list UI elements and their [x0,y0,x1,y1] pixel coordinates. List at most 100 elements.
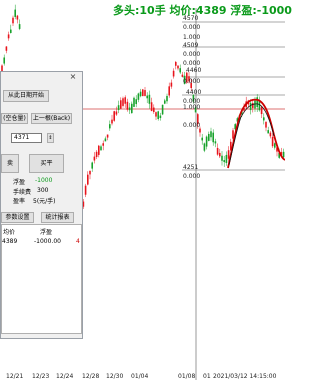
candle-body [106,134,109,138]
candle-body [102,143,104,146]
row-flag: 4 [76,238,80,245]
tab-params[interactable]: 参数设置 [1,212,34,223]
candle-body [95,151,98,157]
candle-body [109,124,111,129]
price-label-zero6: 0.000 [183,122,201,129]
candle-body [14,9,16,17]
candle-body [126,101,129,110]
candle-body [146,95,148,99]
crosshair-timestamp: 2021/03/12 14:15:00 [213,373,277,380]
position-table: 均价 浮盈 4389 -1000.00 4 [1,224,82,334]
price-label-zero3: 0.000 [183,60,201,67]
candle-body [150,102,153,112]
x-tick-1: 12/21 [6,373,24,380]
row-avg[interactable]: 4389 [2,238,17,245]
candle-body [219,152,221,157]
col-header-float: 浮盈 [40,229,53,236]
row-float[interactable]: -1000.00 [34,238,61,245]
rate-label: 盈率 [13,198,26,205]
price-label-4460: 4460 [186,67,202,74]
price-label-zero7: 0.000 [183,173,201,180]
float-label: 浮盈 [13,179,26,186]
candle-body [214,141,217,144]
x-tick-7: 01/08 [178,373,196,380]
x-tick-2: 12/23 [32,373,50,380]
price-stepper[interactable]: ⇕ [47,133,54,143]
candle-body [144,90,146,96]
candle-body [157,111,159,120]
candle-body [120,100,122,109]
candle-body [260,106,263,115]
x-tick-5: 12/30 [106,373,124,380]
fee-value: 300 [37,187,49,194]
tab-stats[interactable]: 统计报表 [41,212,74,223]
close-icon[interactable]: × [68,73,78,82]
price-label-4251: 4251 [183,164,199,171]
start-from-date-button[interactable]: 从此日期开始 [3,90,49,102]
candle-body [5,46,8,51]
candle-body [205,136,208,147]
candle-body [161,104,164,115]
back-button[interactable]: 上一根(Back) [31,113,72,124]
candle-body [225,154,228,164]
candle-body [113,111,115,121]
x-tick-8: 01 [203,373,211,380]
candle-body [159,115,162,119]
candle-body [7,34,10,39]
candle-body [179,68,181,73]
candle-body [172,70,175,77]
candle-body [133,97,135,107]
candle-body [98,145,100,155]
price-label-4400: 4400 [186,89,202,96]
candle-body [212,132,214,143]
candle-body [100,146,102,151]
price-label-4509: 4509 [183,42,199,49]
candle-body [263,117,265,121]
candle-body [93,156,96,161]
candle-body [252,103,254,108]
candle-body [269,132,272,137]
candle-body [10,29,12,33]
sell-button[interactable]: 卖 [1,154,19,173]
candle-body [223,160,225,163]
price-input[interactable]: 4371 [11,133,42,143]
candle-body [201,137,203,141]
candle-body [87,174,89,185]
position-status: 多头:10手 均价:4389 浮盈:-1000 [113,4,292,17]
candle-body [170,82,173,87]
price-label-zero1: 0.000 [183,24,201,31]
candle-body [168,86,170,96]
close-position-button[interactable]: (空仓量) [1,113,28,124]
candle-body [3,57,5,64]
candle-body [18,24,21,29]
candle-body [208,133,210,141]
candle-body [91,162,93,169]
candle-body [131,103,133,114]
candle-body [148,94,151,104]
candle-body [153,107,155,113]
candle-body [210,131,212,138]
fee-label: 手续费 [13,189,32,196]
candle-body [142,89,144,97]
candle-body [232,130,234,139]
candle-body [267,130,269,134]
x-tick-3: 12/24 [56,373,74,380]
candle-body [16,15,19,20]
candle-body [124,97,126,104]
candle-body [265,121,267,128]
candle-body [128,107,131,111]
replay-dialog: × 从此日期开始 (空仓量) 上一根(Back) 4371 ⇕ 卖 买平 浮盈 … [0,71,83,339]
price-label-4570: 4570 [183,15,199,22]
candle-body [139,91,142,97]
candle-body [155,112,157,117]
candle-body [137,93,140,100]
candle-body [227,150,230,159]
buy-close-button[interactable]: 买平 [29,154,64,173]
candle-body [115,111,118,115]
candle-body [181,74,184,77]
candle-body [111,119,113,124]
candle-body [203,143,206,151]
candle-body [216,147,219,155]
price-label-t2: 1.000 [183,104,201,111]
candle-body [256,97,258,108]
